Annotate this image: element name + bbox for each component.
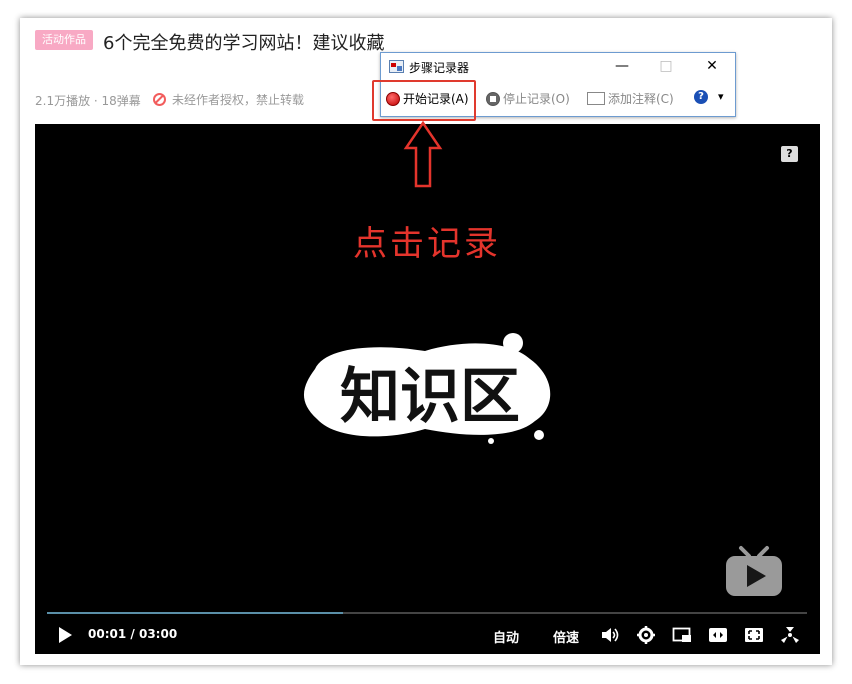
quality-button[interactable]: 自动 xyxy=(493,627,519,646)
fullscreen-icon[interactable] xyxy=(780,626,800,644)
settings-gear-icon[interactable] xyxy=(636,626,656,644)
stop-icon xyxy=(486,91,500,106)
knowledge-zone-logo: 知识区 xyxy=(303,333,551,444)
close-button[interactable]: ✕ xyxy=(697,56,727,76)
help-dropdown[interactable]: ▾ xyxy=(718,90,724,103)
play-icon[interactable] xyxy=(59,627,72,643)
stop-record-button[interactable]: 停止记录(O) xyxy=(486,90,570,107)
steps-recorder-app-icon xyxy=(389,60,404,73)
repost-notice-text: 未经作者授权，禁止转载 xyxy=(172,93,305,107)
help-icon: ? xyxy=(694,90,708,104)
progress-bar[interactable] xyxy=(47,612,807,614)
repost-notice: 未经作者授权，禁止转载 xyxy=(153,91,304,108)
comment-icon xyxy=(587,92,605,105)
minimize-button[interactable]: — xyxy=(607,56,637,76)
video-player[interactable]: ? 点击记录 知识区 00:01 / 03:00 自动 倍速 xyxy=(35,120,820,654)
picture-in-picture-icon[interactable] xyxy=(672,626,692,644)
speed-button[interactable]: 倍速 xyxy=(553,627,579,646)
bilibili-tv-icon[interactable] xyxy=(723,544,785,600)
annotation-callout: 点击记录 xyxy=(353,224,501,264)
widescreen-icon[interactable] xyxy=(708,626,728,644)
up-arrow-icon xyxy=(403,120,443,188)
help-badge-icon[interactable]: ? xyxy=(781,146,798,162)
steps-recorder-title: 步骤记录器 xyxy=(409,61,470,75)
logo-text: 知识区 xyxy=(340,362,520,432)
player-controls: 00:01 / 03:00 自动 倍速 xyxy=(35,618,820,654)
add-comment-button[interactable]: 添加注释(C) xyxy=(587,90,674,107)
steps-recorder-titlebar[interactable]: 步骤记录器 — □ ✕ xyxy=(381,53,735,79)
video-stats: 2.1万播放 · 18弹幕 xyxy=(35,94,141,108)
web-fullscreen-icon[interactable] xyxy=(744,626,764,644)
volume-icon[interactable] xyxy=(600,626,620,644)
maximize-button[interactable]: □ xyxy=(651,56,681,76)
time-separator: / xyxy=(130,627,135,641)
help-button[interactable]: ? xyxy=(694,90,708,104)
activity-tag[interactable]: 活动作品 xyxy=(35,30,93,50)
highlight-box xyxy=(372,80,476,121)
video-title: 6个完全免费的学习网站！建议收藏 xyxy=(103,33,385,54)
add-comment-label: 添加注释(C) xyxy=(608,92,674,106)
current-time: 00:01 xyxy=(88,627,127,641)
progress-fill xyxy=(47,612,344,614)
stop-record-label: 停止记录(O) xyxy=(503,92,570,106)
ban-icon xyxy=(153,93,166,106)
duration: 03:00 xyxy=(138,627,178,641)
time-display: 00:01 / 03:00 xyxy=(88,627,177,641)
